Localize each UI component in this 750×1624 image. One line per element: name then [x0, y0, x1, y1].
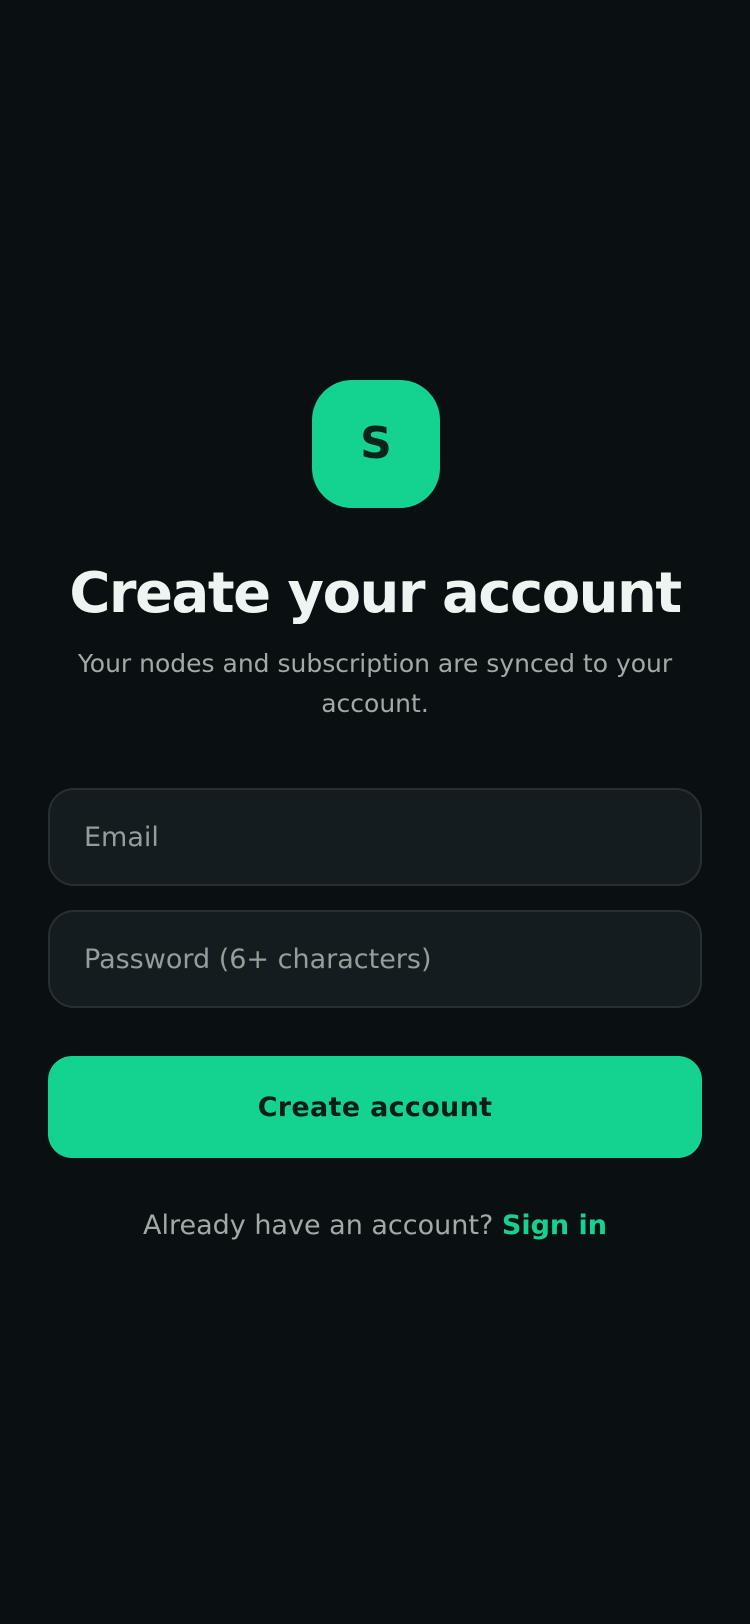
page-title: Create your account [69, 561, 682, 626]
signup-screen: S Create your account Your nodes and sub… [0, 0, 750, 1624]
app-logo-letter: S [360, 418, 392, 469]
email-field[interactable] [48, 788, 702, 886]
password-field[interactable] [48, 910, 702, 1008]
sign-in-link[interactable]: Sign in [502, 1210, 607, 1241]
create-account-button[interactable]: Create account [48, 1056, 702, 1158]
app-logo: S [312, 380, 440, 508]
sign-in-prompt-text: Already have an account? [142, 1210, 502, 1241]
page-subtitle: Your nodes and subscription are synced t… [77, 649, 673, 718]
sign-in-prompt: Already have an account? Sign in [0, 1206, 750, 1246]
